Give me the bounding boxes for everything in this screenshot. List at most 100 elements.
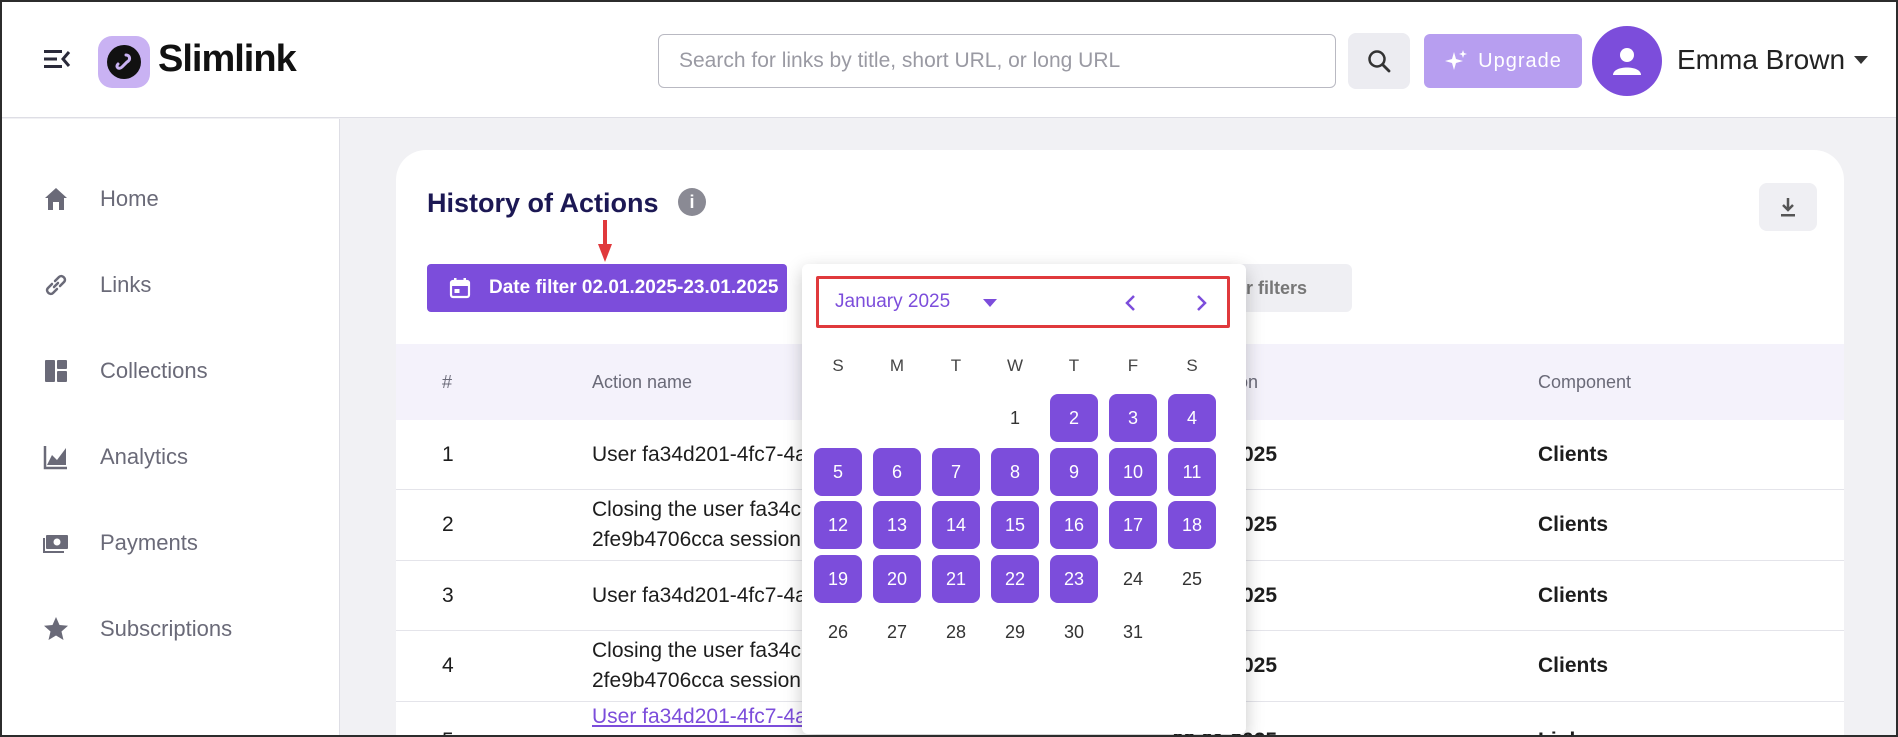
sidebar-item-payments[interactable]: Payments: [42, 523, 198, 563]
calendar-day[interactable]: 9: [1050, 448, 1098, 496]
calendar-day[interactable]: 12: [814, 501, 862, 549]
chevron-down-icon[interactable]: [983, 299, 997, 307]
calendar-day[interactable]: 18: [1168, 501, 1216, 549]
row-action-name: User fa34d201-4fc7-4a: [592, 584, 807, 607]
sparkles-icon: [1445, 50, 1468, 70]
search-button[interactable]: [1348, 33, 1410, 89]
sidebar-item-subscriptions[interactable]: Subscriptions: [42, 609, 232, 649]
row-action-name-link[interactable]: User fa34d201-4fc7-4a: [592, 702, 807, 732]
calendar-day[interactable]: 2: [1050, 394, 1098, 442]
date-filter-label: Date filter 02.01.2025-23.01.2025: [489, 277, 779, 298]
calendar-day[interactable]: 8: [991, 448, 1039, 496]
annotation-arrow-icon: [598, 220, 612, 262]
calendar-day[interactable]: 4: [1168, 394, 1216, 442]
payments-icon: [42, 529, 70, 557]
chevron-down-icon[interactable]: [1854, 56, 1868, 64]
calendar-weekday: S: [1186, 356, 1198, 375]
sidebar-item-label: Analytics: [100, 444, 189, 469]
upgrade-button[interactable]: Upgrade: [1424, 34, 1582, 88]
row-number: 3: [442, 584, 454, 607]
row-number: 4: [442, 654, 454, 677]
row-component: Clients: [1538, 654, 1609, 677]
calendar-weekday: T: [950, 356, 962, 375]
row-number: 1: [442, 443, 454, 466]
calendar-weekday: S: [832, 356, 844, 375]
star-icon: [42, 615, 70, 643]
link-icon: [42, 271, 70, 299]
calendar-day[interactable]: 20: [873, 555, 921, 603]
chevron-left-icon[interactable]: [1119, 289, 1143, 317]
calendar-day[interactable]: 27: [873, 608, 921, 656]
calendar-day[interactable]: 28: [932, 608, 980, 656]
calendar-header-highlight: January 2025: [816, 276, 1230, 328]
column-header-component: Component: [1538, 372, 1632, 392]
sidebar-item-label: Links: [100, 272, 152, 297]
calendar-icon: [449, 278, 471, 299]
calendar-day[interactable]: 25: [1168, 555, 1216, 603]
row-action-name-cont: 2fe9b4706cca session: [592, 669, 801, 692]
calendar-day[interactable]: 7: [932, 448, 980, 496]
sidebar-item-label: Collections: [100, 358, 208, 383]
user-avatar[interactable]: [1592, 26, 1662, 96]
user-name[interactable]: Emma Brown: [1677, 44, 1845, 76]
calendar-day[interactable]: 14: [932, 501, 980, 549]
calendar-day[interactable]: 19: [814, 555, 862, 603]
collections-icon: [42, 357, 70, 385]
calendar-day[interactable]: 17: [1109, 501, 1157, 549]
chevron-right-icon[interactable]: [1189, 289, 1213, 317]
calendar-day[interactable]: 21: [932, 555, 980, 603]
app-window: Slimlink Upgrade Emma Brown: [0, 0, 1898, 737]
calendar-day[interactable]: 3: [1109, 394, 1157, 442]
calendar-day[interactable]: 6: [873, 448, 921, 496]
calendar-day[interactable]: 15: [991, 501, 1039, 549]
sidebar: Home Links Collections Analytics Payment…: [2, 119, 340, 735]
analytics-icon: [42, 443, 70, 471]
calendar-day[interactable]: 13: [873, 501, 921, 549]
link-logo-icon: [107, 45, 141, 79]
calendar-day[interactable]: 24: [1109, 555, 1157, 603]
row-component: Clients: [1538, 443, 1609, 466]
calendar-day[interactable]: 29: [991, 608, 1039, 656]
calendar-day[interactable]: 5: [814, 448, 862, 496]
calendar-day[interactable]: 23: [1050, 555, 1098, 603]
sidebar-item-collections[interactable]: Collections: [42, 351, 208, 391]
download-button[interactable]: [1759, 183, 1817, 231]
sidebar-item-analytics[interactable]: Analytics: [42, 437, 188, 477]
calendar-day[interactable]: 10: [1109, 448, 1157, 496]
sidebar-item-home[interactable]: Home: [42, 179, 159, 219]
row-component: Clients: [1538, 584, 1609, 607]
row-action-name: Closing the user fa34c: [592, 498, 801, 521]
menu-collapse-icon[interactable]: [42, 46, 72, 72]
calendar-day[interactable]: 16: [1050, 501, 1098, 549]
calendar-weekday: W: [1006, 356, 1024, 375]
row-component: Links: [1538, 726, 1593, 735]
brand-logo[interactable]: [98, 36, 150, 88]
row-action-name: User fa34d201-4fc7-4a: [592, 443, 807, 466]
page-title: History of Actions: [427, 188, 659, 218]
sidebar-item-label: Home: [100, 186, 159, 211]
search-icon: [1368, 50, 1391, 73]
calendar-day[interactable]: 22: [991, 555, 1039, 603]
calendar-day[interactable]: 26: [814, 608, 862, 656]
sidebar-item-links[interactable]: Links: [42, 265, 151, 305]
calendar-day[interactable]: 31: [1109, 608, 1157, 656]
info-icon[interactable]: i: [678, 188, 706, 216]
row-component: Clients: [1538, 513, 1609, 536]
row-number: 2: [442, 513, 454, 536]
calendar-day[interactable]: 1: [991, 394, 1039, 442]
user-icon: [1613, 48, 1641, 75]
calendar-day[interactable]: 11: [1168, 448, 1216, 496]
column-header-number: #: [442, 372, 453, 392]
date-filter-button[interactable]: Date filter 02.01.2025-23.01.2025: [427, 264, 787, 312]
row-action-name: Closing the user fa34c: [592, 639, 801, 662]
home-icon: [42, 185, 70, 213]
search-input[interactable]: [658, 34, 1336, 88]
row-number: 5: [442, 726, 454, 735]
sidebar-item-label: Payments: [100, 530, 198, 555]
date-picker-popup: January 2025 SMTWTFS 1 2 3 4 5 6 7 8 9 10 11 12 13 14…: [802, 264, 1246, 734]
calendar-weekday: F: [1127, 356, 1139, 375]
row-action-date: 025: [1242, 443, 1278, 466]
calendar-month-label[interactable]: January 2025: [835, 291, 950, 313]
calendar-day[interactable]: 30: [1050, 608, 1098, 656]
brand-name: Slimlink: [158, 38, 297, 80]
